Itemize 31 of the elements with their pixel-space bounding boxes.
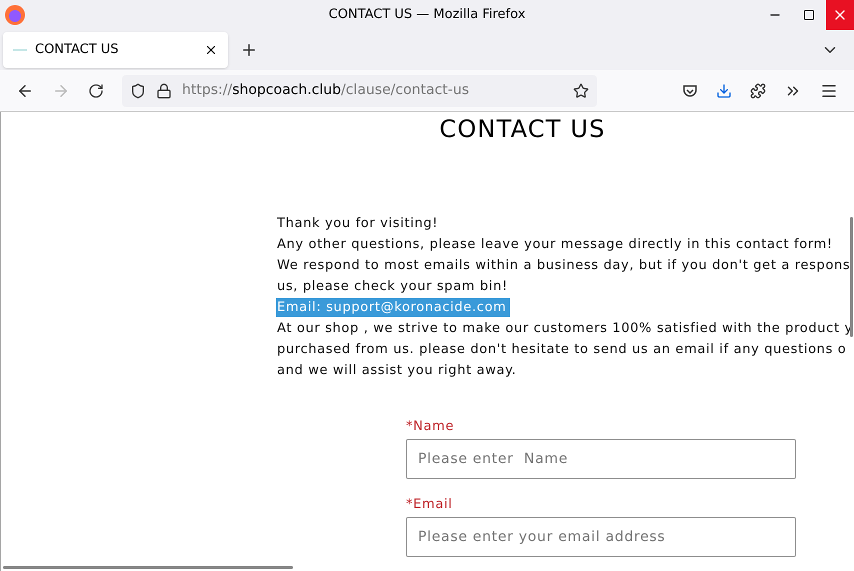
reload-icon[interactable]	[88, 82, 104, 98]
pocket-icon[interactable]	[682, 82, 698, 98]
highlighted-text: Email: support@koronacide.com	[276, 298, 510, 318]
lock-icon	[156, 82, 172, 98]
input-field[interactable]: Please enter Name	[406, 439, 796, 479]
extensions-icon[interactable]	[750, 82, 766, 98]
field-label: *Name	[406, 418, 456, 436]
body-text: and we will assist you right away.	[276, 362, 518, 380]
horizontal-scrollbar[interactable]	[3, 566, 293, 569]
bookmark-star-icon[interactable]	[573, 82, 589, 98]
page-heading: CONTACT US	[439, 114, 606, 144]
window-title: CONTACT US — Mozilla Firefox	[328, 6, 526, 24]
body-text: Thank you for visiting!	[276, 214, 440, 233]
input-field[interactable]: Please enter your email address	[406, 517, 796, 557]
browser-logo-icon	[4, 4, 26, 26]
field-label: *Email	[406, 496, 454, 514]
browser-tab[interactable]: CONTACT US	[3, 32, 228, 68]
body-text: us, please check your spam bin!	[276, 278, 509, 296]
address-bar[interactable]: https://shopcoach.club/clause/contact-us	[122, 74, 597, 106]
favicon-icon	[13, 47, 27, 53]
body-text: Any other questions, please leave your message directly in this contact form!	[276, 236, 834, 254]
close-button[interactable]	[826, 0, 854, 30]
close-tab-icon[interactable]	[204, 43, 218, 57]
download-icon[interactable]	[716, 82, 732, 98]
new-tab-icon[interactable]	[240, 41, 258, 59]
maximize-icon	[803, 9, 815, 21]
body-text: We respond to most emails within a business day, but if you don't get a respons	[276, 256, 852, 275]
body-text: purchased from us. please don't hesitate to send us an email if any questions o	[276, 340, 848, 359]
url-text: https://shopcoach.club/clause/contact-us	[182, 81, 470, 100]
vertical-scrollbar[interactable]	[850, 217, 853, 337]
shield-icon	[130, 82, 146, 98]
